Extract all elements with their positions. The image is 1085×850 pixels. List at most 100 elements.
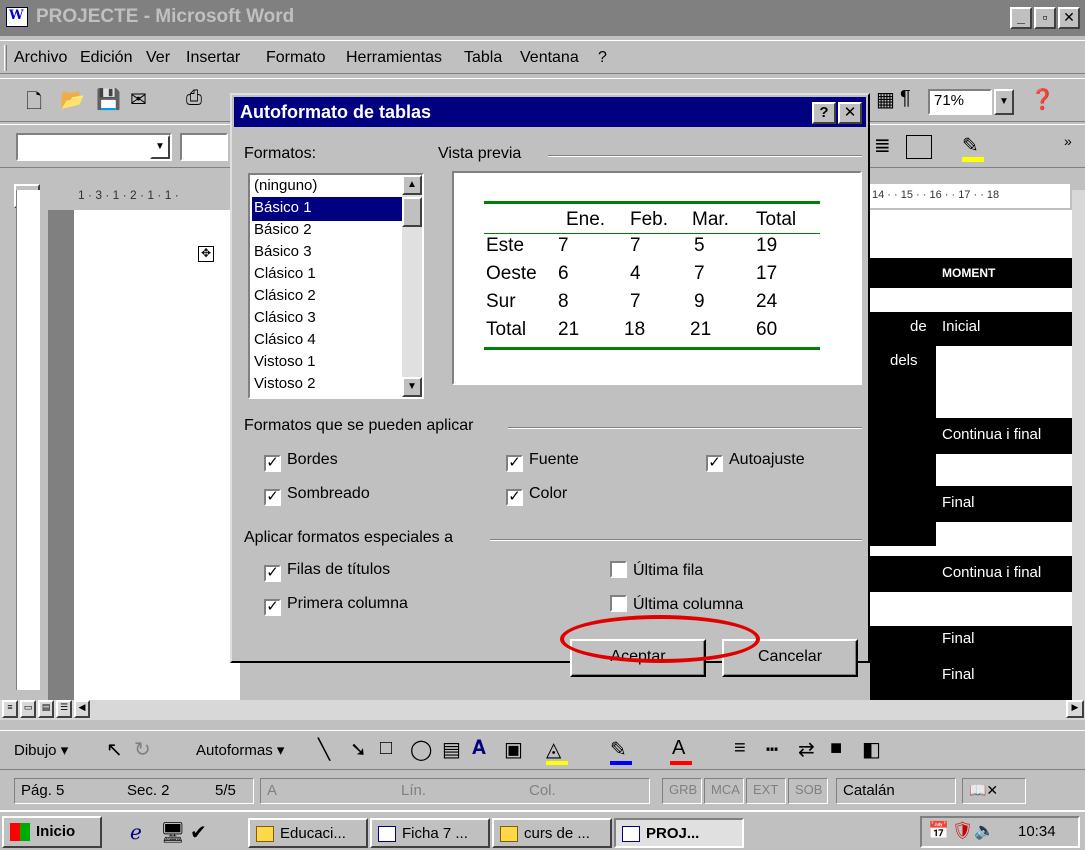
table-move-handle-icon[interactable]: ✥	[198, 246, 214, 262]
spelling-status-icon[interactable]: 📖✕	[962, 778, 1026, 804]
checkbox-filas-titulos[interactable]: ✓ Filas de títulos	[264, 561, 390, 582]
textbox-icon[interactable]: ▤	[442, 737, 461, 762]
3d-icon[interactable]: ◧	[862, 737, 881, 762]
status-ext[interactable]: EXT	[746, 778, 786, 804]
task-curs[interactable]: curs de ...	[492, 818, 612, 848]
checkbox-primera-columna-mark[interactable]: ✓	[264, 599, 281, 616]
status-mca[interactable]: MCA	[704, 778, 744, 804]
checkbox-primera-columna[interactable]: ✓ Primera columna	[264, 595, 408, 616]
desktop-icon[interactable]: 🖥	[160, 820, 185, 845]
menu-insertar[interactable]: Insertar	[186, 49, 240, 67]
format-option[interactable]: Vistoso 1	[252, 351, 402, 375]
email-icon[interactable]: ✉	[130, 87, 147, 112]
dialog-close-button[interactable]: ✕	[838, 102, 862, 124]
style-select[interactable]	[16, 133, 172, 161]
dash-style-icon[interactable]: ┅	[766, 737, 778, 762]
checkbox-ultima-fila-mark[interactable]	[610, 561, 627, 578]
checkbox-autoajuste-mark[interactable]: ✓	[706, 455, 723, 472]
checkbox-color-mark[interactable]: ✓	[506, 489, 523, 506]
fill-color-icon[interactable]: ◬	[546, 737, 561, 762]
menu-archivo[interactable]: Archivo	[14, 49, 67, 67]
checkbox-autoajuste[interactable]: ✓ Autoajuste	[706, 451, 805, 472]
window-title-bar[interactable]: PROJECTE - Microsoft Word _ ▫ ✕	[0, 0, 1085, 36]
line-icon[interactable]: ╲	[318, 737, 330, 762]
checkbox-ultima-columna[interactable]: Última columna	[610, 595, 743, 614]
scroll-down-icon[interactable]: ▼	[402, 377, 422, 397]
formats-scrollbar[interactable]: ▲ ▼	[402, 175, 422, 397]
tray-volume-icon[interactable]: 🔈	[974, 821, 995, 841]
borders-icon[interactable]	[906, 135, 932, 159]
normal-view-icon[interactable]: ≡	[2, 700, 18, 718]
tray-antivirus-icon[interactable]: 🛡	[952, 821, 974, 841]
format-option[interactable]: (ninguno)	[252, 175, 402, 199]
highlight-icon[interactable]: ✎	[962, 133, 979, 158]
ie-icon[interactable]: ℯ	[130, 820, 142, 845]
document-page-left[interactable]	[48, 210, 240, 710]
free-rotate-icon[interactable]: ↻	[134, 737, 151, 762]
table-grid-icon[interactable]: ▦	[876, 87, 895, 112]
format-option[interactable]: Vistoso 2	[252, 373, 402, 397]
task-ficha[interactable]: Ficha 7 ...	[370, 818, 490, 848]
checkbox-bordes-mark[interactable]: ✓	[264, 455, 281, 472]
vertical-ruler[interactable]	[16, 190, 40, 690]
oval-icon[interactable]: ◯	[410, 737, 432, 762]
format-option[interactable]: Clásico 4	[252, 329, 402, 353]
new-document-icon[interactable]: 🗋	[26, 87, 42, 121]
status-grb[interactable]: GRB	[662, 778, 702, 804]
menu-edicion[interactable]: Edición	[80, 49, 132, 67]
vertical-scrollbar[interactable]	[1072, 190, 1085, 700]
select-pointer-icon[interactable]: ↖	[106, 737, 123, 762]
minimize-button[interactable]: _	[1010, 7, 1032, 29]
tray-scheduler-icon[interactable]: 📅	[928, 821, 949, 841]
task-projecte[interactable]: PROJ...	[614, 818, 744, 848]
print-view-icon[interactable]: ▤	[38, 700, 54, 718]
checkbox-color[interactable]: ✓ Color	[506, 485, 567, 506]
save-icon[interactable]: 💾	[96, 87, 121, 112]
status-language[interactable]: Catalán	[836, 778, 956, 804]
arrow-icon[interactable]: ➘	[350, 737, 367, 762]
more-buttons-icon[interactable]: »	[1064, 133, 1072, 149]
show-formatting-icon[interactable]: ¶	[900, 87, 911, 110]
horizontal-ruler-left[interactable]: 1 · 3 · 1 · 2 · 1 · 1 ·	[60, 184, 240, 208]
menu-help[interactable]: ?	[598, 49, 607, 67]
status-sob[interactable]: SOB	[788, 778, 828, 804]
menu-ventana[interactable]: Ventana	[520, 49, 579, 67]
dialog-help-button[interactable]: ?	[812, 102, 836, 124]
menu-grip[interactable]	[4, 45, 7, 71]
scroll-up-icon[interactable]: ▲	[402, 175, 422, 195]
format-option[interactable]: Clásico 1	[252, 263, 402, 287]
menu-ver[interactable]: Ver	[146, 49, 170, 67]
web-view-icon[interactable]: ▭	[20, 700, 36, 718]
checkbox-sombreado-mark[interactable]: ✓	[264, 489, 281, 506]
checkbox-bordes[interactable]: ✓ Bordes	[264, 451, 338, 472]
font-select[interactable]	[180, 133, 228, 161]
document-page-right[interactable]: MOMENT de Inicial dels Continua i final …	[870, 210, 1072, 700]
justify-icon[interactable]: ≣	[874, 133, 891, 158]
checkbox-ultima-fila[interactable]: Última fila	[610, 561, 703, 580]
shadow-icon[interactable]: ■	[830, 737, 842, 760]
checkbox-filas-titulos-mark[interactable]: ✓	[264, 565, 281, 582]
menu-formato[interactable]: Formato	[266, 49, 326, 67]
dialog-title-bar[interactable]: Autoformato de tablas ? ✕	[234, 97, 866, 127]
checkbox-fuente-mark[interactable]: ✓	[506, 455, 523, 472]
autoformas-menu[interactable]: Autoformas ▾	[196, 741, 284, 759]
maximize-button[interactable]: ▫	[1034, 7, 1056, 29]
checkbox-ultima-columna-mark[interactable]	[610, 595, 627, 612]
formats-listbox[interactable]: (ninguno) Básico 1 Básico 2 Básico 3 Clá…	[248, 173, 424, 399]
scroll-thumb[interactable]	[402, 197, 422, 227]
print-icon[interactable]: ⎙	[186, 87, 202, 110]
scroll-left-icon[interactable]: ◀	[74, 700, 90, 718]
format-option-selected[interactable]: Básico 1	[252, 197, 402, 221]
format-option[interactable]: Clásico 3	[252, 307, 402, 331]
wordart-icon[interactable]: 𝐀	[472, 737, 486, 760]
format-option[interactable]: Básico 2	[252, 219, 402, 243]
line-color-icon[interactable]: ✎	[610, 737, 627, 762]
checkbox-fuente[interactable]: ✓ Fuente	[506, 451, 579, 472]
scroll-right-icon[interactable]: ▶	[1066, 700, 1084, 718]
style-dropdown-chevron-icon[interactable]: ▼	[150, 135, 170, 159]
format-option[interactable]: Básico 3	[252, 241, 402, 265]
dibujo-menu[interactable]: Dibujo ▾	[14, 741, 68, 759]
clipart-icon[interactable]: ▣	[504, 737, 523, 762]
horizontal-ruler-right[interactable]: 14 · · 15 · · 16 · · 17 · · 18	[870, 184, 1070, 208]
line-style-icon[interactable]: ≡	[734, 737, 746, 760]
